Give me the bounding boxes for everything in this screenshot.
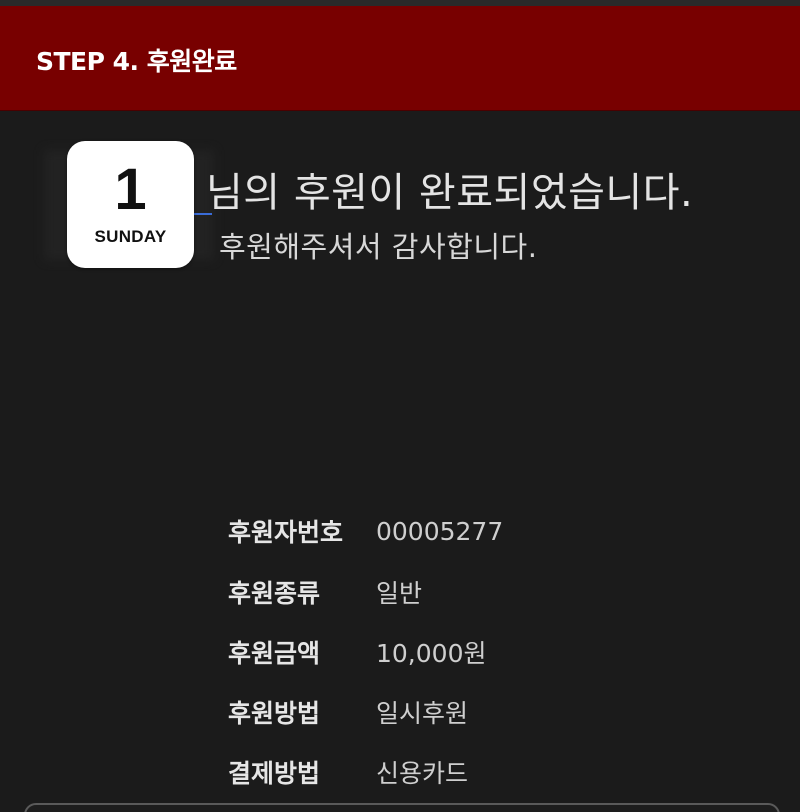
detail-label: 후원방법 bbox=[228, 699, 321, 728]
detail-row-donation-amount: 후원금액 10,000원 bbox=[228, 632, 486, 672]
detail-value: 00005277 bbox=[376, 516, 504, 546]
thanks-message: 후원해주셔서 감사합니다. bbox=[219, 230, 538, 264]
detail-label: 후원자번호 bbox=[228, 518, 344, 547]
calendar-day: 1 bbox=[114, 157, 147, 222]
detail-row-donor-number: 후원자번호 00005277 bbox=[228, 511, 503, 551]
calendar-weekday: SUNDAY bbox=[94, 227, 167, 246]
detail-label: 후원금액 bbox=[228, 639, 321, 668]
detail-label: 결제방법 bbox=[228, 759, 321, 788]
detail-label: 후원종류 bbox=[228, 579, 321, 608]
donation-complete-screen: STEP 4. 후원완료 1 SUNDAY 님의 후원이 완료되었습니다. 후원… bbox=[0, 0, 800, 812]
detail-value: 10,000원 bbox=[376, 639, 487, 668]
step-title: STEP 4. 후원완료 bbox=[36, 47, 237, 76]
detail-value: 일반 bbox=[376, 579, 423, 608]
detail-row-donation-type: 후원종류 일반 bbox=[228, 572, 422, 612]
bottom-action-box[interactable] bbox=[24, 803, 780, 812]
step-header: STEP 4. 후원완료 bbox=[0, 6, 800, 111]
calendar-icon: 1 SUNDAY bbox=[67, 141, 194, 268]
completion-message: 님의 후원이 완료되었습니다. bbox=[206, 170, 694, 216]
detail-value: 신용카드 bbox=[376, 759, 469, 788]
detail-row-payment-method: 결제방법 신용카드 bbox=[228, 752, 468, 792]
detail-value: 일시후원 bbox=[376, 699, 469, 728]
detail-row-donation-method: 후원방법 일시후원 bbox=[228, 692, 468, 732]
